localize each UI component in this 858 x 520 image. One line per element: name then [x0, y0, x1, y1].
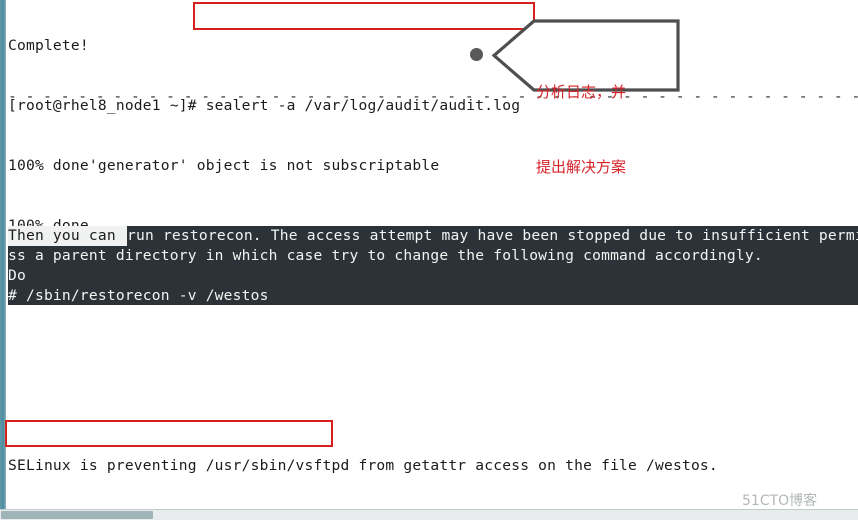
- terminal-line: 100% done'generator' object is not subsc…: [8, 157, 440, 174]
- callout-anchor-dot: [470, 48, 483, 61]
- watermark: 51CTO博客: [742, 493, 818, 509]
- horizontal-scrollbar-thumb[interactable]: [1, 511, 153, 519]
- callout-text-line-2: 提出解决方案: [536, 158, 627, 176]
- callout-text-line-1: 分析日志，并: [536, 83, 627, 101]
- terminal-selection-leading-fragment: Then you can: [8, 226, 127, 246]
- terminal-selected-line-2: ss a parent directory in which case try …: [8, 247, 763, 264]
- callout-text: 分析日志，并 提出解决方案: [536, 30, 666, 230]
- terminal-left-edge-rail: [0, 0, 6, 509]
- terminal-window[interactable]: Complete! [root@rhel8_node1 ~]# sealert …: [0, 0, 858, 509]
- terminal-line-separator-placeholder: [8, 336, 858, 356]
- terminal-selected-line-3: Do: [8, 267, 26, 284]
- terminal-selection-highlight[interactable]: run restorecon. The access attempt may h…: [8, 226, 858, 305]
- terminal-selected-line-1: run restorecon. The access attempt may h…: [127, 227, 858, 244]
- terminal-line-alert-summary: SELinux is preventing /usr/sbin/vsftpd f…: [8, 457, 718, 474]
- terminal-dashed-separator: - - - - - - - - - - - - - - - - - - - - …: [8, 88, 858, 105]
- terminal-screenshot: Complete! [root@rhel8_node1 ~]# sealert …: [0, 0, 858, 520]
- terminal-line: Complete!: [8, 37, 89, 54]
- terminal-selected-line-4: # /sbin/restorecon -v /westos: [8, 287, 269, 304]
- horizontal-scrollbar[interactable]: [0, 509, 858, 520]
